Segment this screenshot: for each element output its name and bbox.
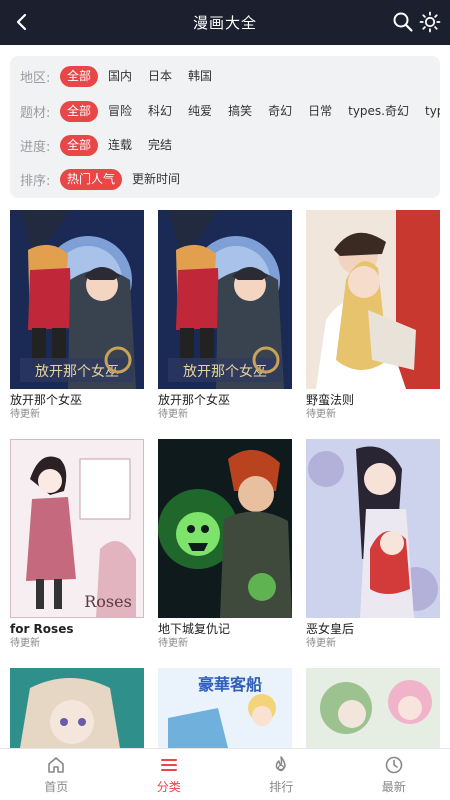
comic-cover[interactable]: 放开那个女巫 — [158, 210, 292, 389]
filter-label-progress: 进度: — [20, 139, 51, 155]
comic-title[interactable]: 放开那个女巫 — [10, 393, 144, 407]
filter-option[interactable]: types.校 — [419, 101, 440, 122]
comic-cover[interactable] — [306, 668, 440, 748]
filter-option[interactable]: 冒险 — [102, 101, 138, 122]
comic-status: 待更新 — [10, 409, 40, 420]
comic-card[interactable]: 豪華客船 — [158, 668, 292, 748]
filter-label-region: 地区: — [20, 70, 51, 86]
filter-option[interactable]: 科幻 — [142, 101, 178, 122]
filter-label-genre: 题材: — [20, 105, 51, 121]
comic-card[interactable]: Roses for Roses 待更新 — [10, 439, 144, 650]
filter-option[interactable]: 纯爱 — [182, 101, 218, 122]
fire-icon — [275, 755, 286, 771]
filter-panel: 地区: 全部 国内 日本 韩国 题材: 全部 冒险 科幻 纯爱 搞笑 奇幻 日常… — [10, 56, 440, 198]
filter-option[interactable]: 全部 — [60, 65, 99, 87]
comic-card[interactable] — [306, 668, 440, 748]
tab-label: 最新 — [381, 779, 406, 794]
page-title: 漫画大全 — [192, 14, 257, 32]
filter-option[interactable]: 国内 — [102, 66, 138, 87]
filter-row-sort: 排序: 热门人气 更新时间 — [10, 166, 440, 192]
svg-text:豪華客船: 豪華客船 — [198, 675, 262, 694]
filter-row-progress: 进度: 全部 连载 完结 — [10, 132, 440, 158]
comic-title[interactable]: 恶女皇后 — [306, 622, 440, 636]
filter-option[interactable]: 搞笑 — [222, 101, 258, 122]
comic-cover[interactable] — [158, 439, 292, 618]
filter-option[interactable]: 连载 — [102, 135, 138, 156]
comic-status: 待更新 — [10, 638, 40, 649]
back-button[interactable] — [10, 10, 34, 34]
comic-cover[interactable]: 放开那个女巫 — [10, 210, 144, 389]
list-icon — [160, 758, 177, 771]
filter-row-region: 地区: 全部 国内 日本 韩国 — [10, 63, 440, 89]
svg-text:Roses: Roses — [84, 592, 132, 611]
comic-cover[interactable] — [306, 439, 440, 618]
tab-home[interactable]: 首页 — [0, 749, 113, 800]
top-app-bar: 漫画大全 — [0, 0, 450, 45]
chevron-left-icon — [16, 13, 27, 31]
filter-option[interactable]: 奇幻 — [262, 101, 298, 122]
comic-card[interactable]: 放开那个女巫 放开那个女巫 待更新 — [158, 210, 292, 421]
filter-option[interactable]: 日本 — [142, 66, 178, 87]
comic-card[interactable]: 地下城复仇记 待更新 — [158, 439, 292, 650]
comic-card[interactable]: 放开那个女巫 放开那个女巫 待更新 — [10, 210, 144, 421]
comic-cover[interactable] — [306, 210, 440, 389]
comic-title[interactable]: 放开那个女巫 — [158, 393, 292, 407]
comic-card[interactable] — [10, 668, 144, 748]
comic-status: 待更新 — [158, 638, 188, 649]
theme-toggle-icon[interactable] — [419, 11, 441, 33]
tab-label: 首页 — [44, 779, 69, 794]
comic-status: 待更新 — [306, 409, 336, 420]
filter-option[interactable]: 全部 — [60, 100, 99, 122]
comic-cover[interactable]: Roses — [10, 439, 144, 618]
tab-label: 分类 — [156, 779, 181, 794]
comic-title[interactable]: for Roses — [10, 622, 144, 636]
comic-card[interactable]: 恶女皇后 待更新 — [306, 439, 440, 650]
comic-cover[interactable]: 豪華客船 — [158, 668, 292, 748]
filter-option[interactable]: 全部 — [60, 134, 99, 156]
filter-option[interactable]: 热门人气 — [60, 168, 123, 190]
clock-icon — [385, 756, 403, 773]
comic-title[interactable]: 地下城复仇记 — [158, 622, 292, 636]
filter-option[interactable]: types.奇幻 — [342, 101, 415, 122]
home-icon — [48, 756, 65, 773]
search-icon[interactable] — [392, 11, 414, 33]
filter-label-sort: 排序: — [20, 173, 51, 189]
filter-option[interactable]: 更新时间 — [126, 169, 186, 190]
tab-latest[interactable]: 最新 — [338, 749, 450, 800]
comic-status: 待更新 — [158, 409, 188, 420]
tab-ranking[interactable]: 排行 — [225, 749, 338, 800]
filter-row-genre: 题材: 全部 冒险 科幻 纯爱 搞笑 奇幻 日常 types.奇幻 types.… — [10, 98, 440, 124]
filter-option[interactable]: 日常 — [302, 101, 338, 122]
comic-title[interactable]: 野蛮法则 — [306, 393, 440, 407]
comic-card[interactable]: 野蛮法则 待更新 — [306, 210, 440, 421]
comic-cover[interactable] — [10, 668, 144, 748]
tab-label: 排行 — [269, 779, 294, 794]
bottom-tab-bar: 首页 分类 排行 最新 — [0, 748, 450, 800]
filter-option[interactable]: 韩国 — [182, 66, 218, 87]
filter-option[interactable]: 完结 — [142, 135, 178, 156]
tab-category[interactable]: 分类 — [113, 749, 226, 800]
comic-status: 待更新 — [306, 638, 336, 649]
